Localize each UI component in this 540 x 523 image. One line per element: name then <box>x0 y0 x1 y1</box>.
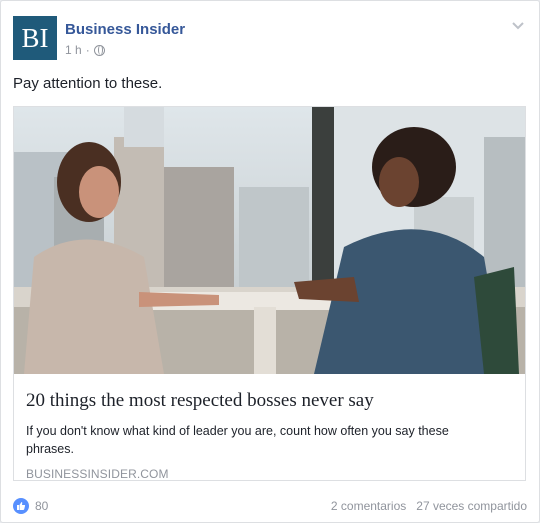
post-footer: 80 2 comentarios 27 veces compartido <box>13 498 527 516</box>
post-card: BI Business Insider 1 h · Pay attention … <box>0 0 540 523</box>
post-header: BI Business Insider 1 h · <box>13 16 529 62</box>
link-info[interactable]: 20 things the most respected bosses neve… <box>14 374 525 481</box>
meta-separator: · <box>85 43 90 57</box>
page-avatar[interactable]: BI <box>13 16 57 60</box>
post-message: Pay attention to these. <box>13 75 163 92</box>
chevron-down-icon[interactable] <box>511 18 525 32</box>
link-description: If you don't know what kind of leader yo… <box>26 424 449 456</box>
post-meta: 1 h · <box>65 43 105 57</box>
like-icon[interactable] <box>13 498 29 514</box>
page-name-link[interactable]: Business Insider <box>65 21 185 38</box>
engagement-stats: 2 comentarios 27 veces compartido <box>331 499 527 513</box>
link-image[interactable] <box>14 107 525 374</box>
link-domain: BUSINESSINSIDER.COM <box>26 467 169 481</box>
comments-count-link[interactable]: 2 comentarios <box>331 499 406 513</box>
link-attachment[interactable]: 20 things the most respected bosses neve… <box>13 106 526 481</box>
globe-icon[interactable] <box>93 44 105 56</box>
post-timestamp[interactable]: 1 h <box>65 43 82 57</box>
link-title[interactable]: 20 things the most respected bosses neve… <box>26 390 513 412</box>
reaction-count[interactable]: 80 <box>35 499 48 513</box>
shares-count-link[interactable]: 27 veces compartido <box>416 499 527 513</box>
